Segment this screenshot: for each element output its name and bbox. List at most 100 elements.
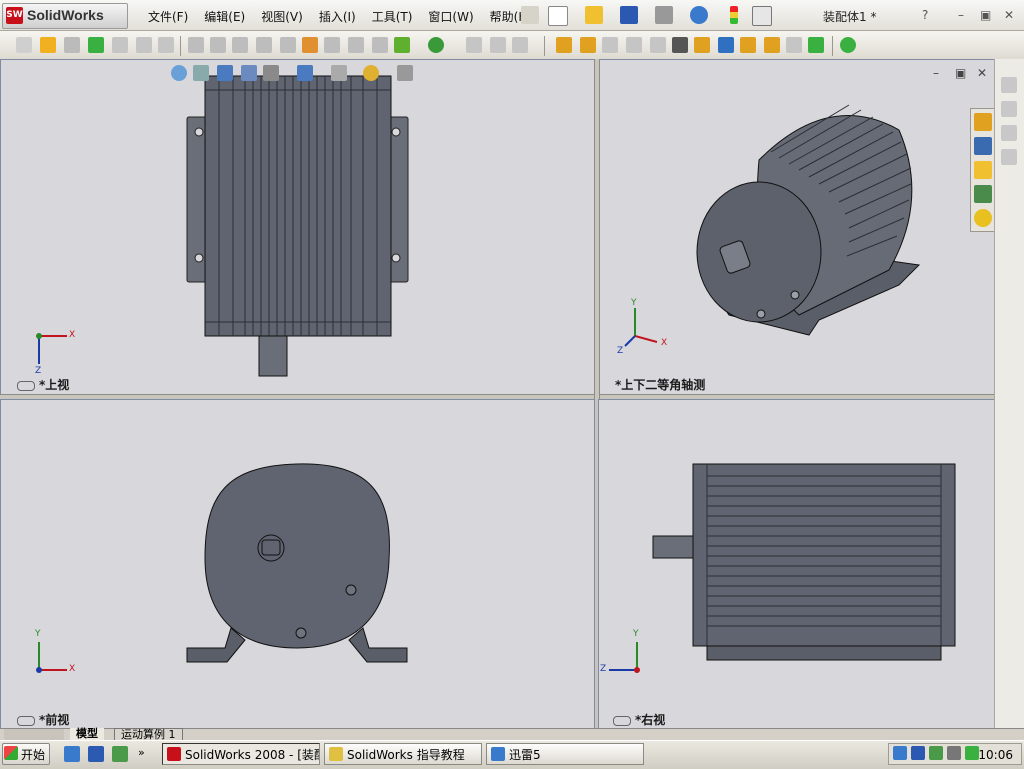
taskbar-item-tutorial[interactable]: SolidWorks 指导教程 (324, 743, 482, 765)
toolbar-separator (180, 36, 181, 56)
move-component-icon[interactable] (112, 37, 128, 53)
axis-y-label: Y (35, 629, 41, 639)
feature-icon[interactable] (466, 37, 482, 53)
right-side-rail (994, 59, 1024, 729)
assembly-feature-icon[interactable] (740, 37, 756, 53)
tab-model[interactable]: 模型 (70, 728, 104, 740)
section-view-icon[interactable] (241, 65, 257, 81)
quick-launch-icon[interactable] (88, 746, 104, 762)
refresh-icon[interactable] (718, 37, 734, 53)
tray-icon[interactable] (893, 746, 907, 760)
menu-view[interactable]: 视图(V) (253, 7, 311, 25)
zoom-area-icon[interactable] (193, 65, 209, 81)
zoom-to-fit-icon[interactable] (171, 65, 187, 81)
feature-icon[interactable] (490, 37, 506, 53)
quick-launch-icon[interactable] (64, 746, 80, 762)
scene-lights-icon[interactable] (363, 65, 379, 81)
assembly-feature-icon[interactable] (556, 37, 572, 53)
feature-icon[interactable] (372, 37, 388, 53)
feature-icon[interactable] (188, 37, 204, 53)
menu-file[interactable]: 文件(F) (140, 7, 196, 25)
menu-insert[interactable]: 插入(I) (311, 7, 364, 25)
feature-icon[interactable] (256, 37, 272, 53)
rotate-component-icon[interactable] (136, 37, 152, 53)
view-settings-icon[interactable] (397, 65, 413, 81)
feature-icon[interactable] (210, 37, 226, 53)
axis-y-label: Y (633, 629, 639, 639)
appearances-icon[interactable] (974, 209, 992, 227)
explode-view-icon[interactable] (302, 37, 318, 53)
windows-flag-icon (4, 746, 18, 760)
rail-tool-icon[interactable] (1001, 149, 1017, 165)
menu-tools[interactable]: 工具(T) (364, 7, 421, 25)
link-views-icon[interactable] (17, 715, 35, 726)
assembly-feature-icon[interactable] (650, 37, 666, 53)
assembly-feature-icon[interactable] (580, 37, 596, 53)
pin-icon[interactable] (521, 6, 539, 24)
close-button[interactable]: ✕ (1004, 8, 1014, 22)
quick-launch-overflow-icon[interactable]: » (138, 746, 145, 759)
rail-tool-icon[interactable] (1001, 101, 1017, 117)
solidworks-logo[interactable]: SW SolidWorks (2, 3, 128, 29)
view-orientation-icon[interactable] (263, 65, 279, 81)
tray-icon[interactable] (929, 746, 943, 760)
viewport-right-view[interactable]: Y Z *右视 (598, 399, 996, 730)
feature-icon[interactable] (324, 37, 340, 53)
toolbox-icon[interactable] (840, 37, 856, 53)
save-icon[interactable] (620, 6, 638, 24)
taskbar-item-thunder[interactable]: 迅雷5 (486, 743, 644, 765)
component-pattern-icon[interactable] (88, 37, 104, 53)
display-style-icon[interactable] (297, 65, 313, 81)
smart-fastener-icon[interactable] (158, 37, 174, 53)
assembly-feature-icon[interactable] (808, 37, 824, 53)
new-document-icon[interactable] (548, 6, 568, 26)
feature-icon[interactable] (232, 37, 248, 53)
tray-icon[interactable] (965, 746, 979, 760)
menu-window[interactable]: 窗口(W) (420, 7, 481, 25)
help-button[interactable]: ? (922, 8, 928, 22)
link-views-icon[interactable] (17, 380, 35, 391)
assembly-feature-icon[interactable] (602, 37, 618, 53)
feature-icon[interactable] (512, 37, 528, 53)
smart-mates-icon[interactable] (394, 37, 410, 53)
link-views-icon[interactable] (613, 715, 631, 726)
open-folder-icon[interactable] (585, 6, 603, 24)
assembly-component-icon[interactable] (16, 37, 32, 53)
previous-view-icon[interactable] (217, 65, 233, 81)
insert-component-icon[interactable] (40, 37, 56, 53)
viewport-top-view[interactable]: X Z *上视 (0, 59, 595, 395)
minimize-button[interactable]: – (958, 8, 964, 22)
feature-icon[interactable] (280, 37, 296, 53)
curve-icon[interactable] (428, 37, 444, 53)
quick-launch-icon[interactable] (112, 746, 128, 762)
rebuild-traffic-light-icon[interactable] (730, 6, 738, 24)
options-icon[interactable] (752, 6, 772, 26)
viewport-dimetric-view[interactable]: – ▣ ✕ Y X Z *上下二等角轴测 (598, 59, 996, 395)
file-explorer-icon[interactable] (974, 161, 992, 179)
menu-edit[interactable]: 编辑(E) (196, 7, 253, 25)
viewport-label-right: *右视 (613, 711, 665, 728)
assembly-feature-icon[interactable] (694, 37, 710, 53)
tray-icon[interactable] (911, 746, 925, 760)
resources-home-icon[interactable] (974, 113, 992, 131)
print-icon[interactable] (655, 6, 673, 24)
tab-scroll-arrows[interactable] (4, 729, 64, 740)
restore-button[interactable]: ▣ (980, 8, 991, 22)
view-palette-icon[interactable] (974, 185, 992, 203)
assembly-feature-icon[interactable] (626, 37, 642, 53)
feature-icon[interactable] (348, 37, 364, 53)
rail-tool-icon[interactable] (1001, 77, 1017, 93)
taskbar-item-solidworks[interactable]: SolidWorks 2008 - [装配… (162, 743, 320, 765)
undo-icon[interactable] (690, 6, 708, 24)
assembly-feature-icon[interactable] (764, 37, 780, 53)
top-view-model (36, 75, 409, 377)
design-library-icon[interactable] (974, 137, 992, 155)
viewport-front-view[interactable]: Y X *前视 (0, 399, 595, 730)
rail-tool-icon[interactable] (1001, 125, 1017, 141)
tray-icon[interactable] (947, 746, 961, 760)
assembly-feature-icon[interactable] (786, 37, 802, 53)
paperclip-icon[interactable] (672, 37, 688, 53)
mate-icon[interactable] (64, 37, 80, 53)
hide-show-items-icon[interactable] (331, 65, 347, 81)
command-toolbar (0, 31, 1024, 60)
